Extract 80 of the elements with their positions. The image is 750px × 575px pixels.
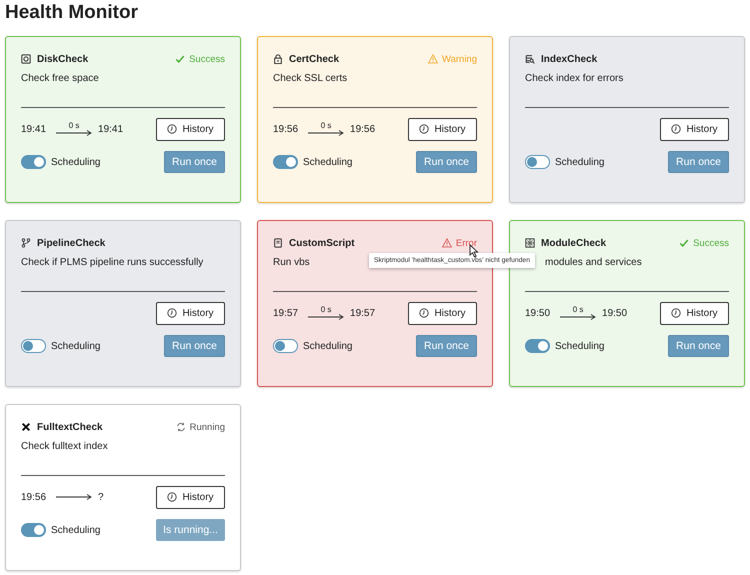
end-time: 19:57 xyxy=(350,308,376,318)
module-icon xyxy=(525,238,535,248)
toggle-label: Scheduling xyxy=(555,340,604,352)
end-time: 19:50 xyxy=(602,308,628,318)
checkmark-icon xyxy=(679,238,690,248)
branch-icon xyxy=(21,238,31,248)
end-time: ? xyxy=(98,492,104,502)
start-time: 19:57 xyxy=(273,308,298,318)
check-description: Check index for errors xyxy=(525,73,624,84)
start-time: 19:41 xyxy=(21,124,46,134)
database-search-icon xyxy=(525,54,535,64)
check-name: CustomScript xyxy=(289,238,355,248)
clock-icon xyxy=(167,492,178,502)
checkmark-icon xyxy=(175,54,186,64)
toggle-label: Scheduling xyxy=(303,340,352,352)
history-button[interactable]: History xyxy=(156,302,225,324)
toggle-label: Scheduling xyxy=(51,524,100,536)
warning-icon xyxy=(442,238,452,248)
history-button[interactable]: History xyxy=(408,302,477,324)
end-time: 19:56 xyxy=(350,124,376,134)
scheduling-toggle[interactable] xyxy=(273,339,298,353)
page-title: Health Monitor xyxy=(5,1,139,25)
scheduling-toggle[interactable] xyxy=(525,339,550,353)
warning-icon xyxy=(428,54,438,64)
toggle-label: Scheduling xyxy=(303,156,352,168)
check-name: ModuleCheck xyxy=(541,238,606,248)
clock-icon xyxy=(419,308,430,318)
status-label: Success xyxy=(693,238,729,248)
status-label: Warning xyxy=(442,54,477,64)
scheduling-toggle[interactable] xyxy=(21,523,46,537)
arrow-icon xyxy=(56,130,92,136)
clock-icon xyxy=(167,308,178,318)
toggle-label: Scheduling xyxy=(555,156,604,168)
history-button[interactable]: History xyxy=(660,118,729,140)
history-button[interactable]: History xyxy=(408,118,477,140)
status-label: Running xyxy=(190,422,225,432)
check-description: Check fulltext index xyxy=(21,441,108,452)
scheduling-toggle[interactable] xyxy=(21,155,46,169)
check-description: Check SSL certs xyxy=(273,73,348,84)
lock-icon xyxy=(273,54,283,64)
cross-icon xyxy=(21,422,31,432)
history-button[interactable]: History xyxy=(156,118,225,140)
end-time: 19:41 xyxy=(98,124,124,134)
status-label: Error xyxy=(456,238,477,248)
check-name: IndexCheck xyxy=(541,54,598,64)
check-description: Check if PLMS pipeline runs successfully xyxy=(21,257,204,268)
check-description: modules and services xyxy=(545,257,642,268)
scheduling-toggle[interactable] xyxy=(21,339,46,353)
history-button[interactable]: History xyxy=(660,302,729,324)
status-label: Success xyxy=(189,54,225,64)
history-button[interactable]: History xyxy=(156,486,225,508)
duration-label: 0 s xyxy=(68,122,80,130)
arrow-icon xyxy=(308,130,344,136)
refresh-icon xyxy=(176,422,186,432)
check-name: FulltextCheck xyxy=(37,422,103,432)
duration-label: 0 s xyxy=(320,306,332,314)
check-name: DiskCheck xyxy=(37,54,88,64)
check-name: PipelineCheck xyxy=(37,238,106,248)
clock-icon xyxy=(671,308,682,318)
arrow-icon xyxy=(308,314,344,320)
arrow-icon xyxy=(560,314,596,320)
duration-label: 0 s xyxy=(320,122,332,130)
document-icon xyxy=(273,238,283,248)
check-description: Check free space xyxy=(21,73,99,84)
toggle-label: Scheduling xyxy=(51,156,100,168)
arrow-icon xyxy=(56,494,92,500)
check-name: CertCheck xyxy=(289,54,340,64)
scheduling-toggle[interactable] xyxy=(525,155,550,169)
clock-icon xyxy=(167,124,178,134)
clock-icon xyxy=(419,124,430,134)
check-description: Run vbs xyxy=(273,257,310,268)
toggle-label: Scheduling xyxy=(51,340,100,352)
disk-icon xyxy=(21,54,31,64)
start-time: 19:50 xyxy=(525,308,550,318)
start-time: 19:56 xyxy=(21,492,46,502)
clock-icon xyxy=(671,124,682,134)
scheduling-toggle[interactable] xyxy=(273,155,298,169)
duration-label: 0 s xyxy=(572,306,584,314)
start-time: 19:56 xyxy=(273,124,298,134)
mouse-cursor-icon xyxy=(469,244,479,258)
